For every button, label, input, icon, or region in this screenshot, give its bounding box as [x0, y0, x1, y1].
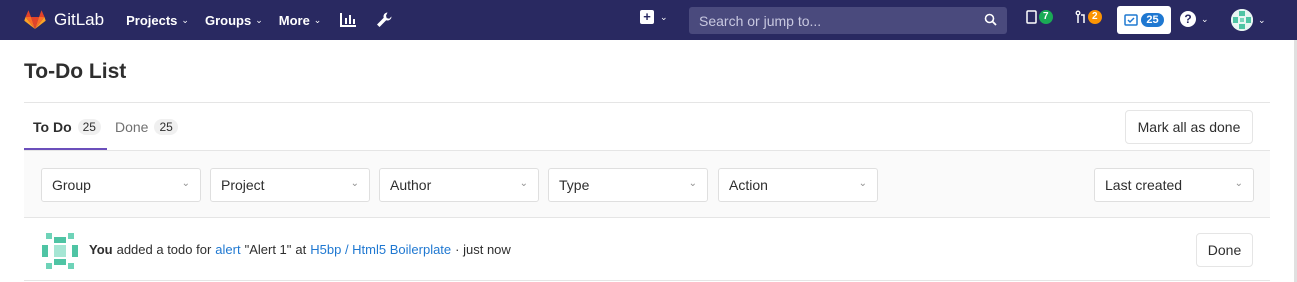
- help-dropdown[interactable]: ? ⌄: [1180, 11, 1209, 27]
- question-icon: ?: [1180, 11, 1196, 27]
- new-item-dropdown[interactable]: + ⌄: [640, 10, 668, 24]
- chevron-down-icon: ⌄: [1201, 13, 1209, 24]
- chevron-down-icon: ⌄: [181, 178, 190, 189]
- author-filter-dropdown[interactable]: Author ⌄: [379, 168, 539, 202]
- avatar[interactable]: [40, 231, 80, 271]
- todo-description: You added a todo for alert "Alert 1" at …: [89, 242, 511, 257]
- gitlab-home-link[interactable]: GitLab: [24, 10, 104, 30]
- group-filter-label: Group: [52, 177, 91, 193]
- nav-projects[interactable]: Projects ⌄: [126, 13, 189, 28]
- user-menu[interactable]: ⌄: [1231, 9, 1266, 31]
- todo-tabs: To Do 25 Done 25 Mark all as done: [24, 103, 1270, 150]
- app-name: GitLab: [54, 10, 105, 29]
- merge-request-icon: [1075, 10, 1085, 23]
- todo-target-link[interactable]: alert: [215, 242, 240, 257]
- done-button[interactable]: Done: [1196, 233, 1253, 267]
- issues-count-badge: 7: [1039, 10, 1053, 24]
- tab-todo-count: 25: [77, 118, 101, 135]
- avatar: [1231, 9, 1253, 31]
- chevron-down-icon: ⌄: [660, 11, 668, 22]
- search-input[interactable]: [699, 12, 969, 29]
- main-nav: Projects ⌄ Groups ⌄ More ⌄: [126, 9, 409, 31]
- search-box: [689, 7, 1007, 34]
- todo-author: You: [89, 242, 113, 257]
- action-filter-label: Action: [729, 177, 768, 193]
- nav-groups[interactable]: Groups ⌄: [205, 13, 263, 28]
- chevron-down-icon: ⌄: [858, 178, 867, 189]
- todo-target-title: "Alert 1": [244, 242, 292, 257]
- merge-requests-count-badge: 2: [1088, 10, 1102, 24]
- group-filter-dropdown[interactable]: Group ⌄: [41, 168, 201, 202]
- todo-action-text: added a todo for: [116, 242, 212, 257]
- project-filter-label: Project: [221, 177, 265, 193]
- todos-count-badge: 25: [1141, 13, 1164, 27]
- chevron-down-icon: ⌄: [519, 178, 528, 189]
- merge-requests-link[interactable]: 2: [1075, 10, 1102, 24]
- tab-todo[interactable]: To Do 25: [24, 103, 107, 150]
- search-icon: [984, 13, 997, 29]
- action-filter-dropdown[interactable]: Action ⌄: [718, 168, 878, 202]
- mark-all-done-button[interactable]: Mark all as done: [1125, 110, 1253, 144]
- list-item[interactable]: You added a todo for alert "Alert 1" at …: [24, 219, 1270, 281]
- nav-more-label: More: [278, 12, 310, 28]
- type-filter-dropdown[interactable]: Type ⌄: [548, 168, 708, 202]
- chevron-down-icon: ⌄: [688, 178, 697, 189]
- todo-project-link[interactable]: H5bp / Html5 Boilerplate: [310, 242, 451, 257]
- issues-link[interactable]: 7: [1026, 10, 1053, 24]
- activity-chart-icon[interactable]: [337, 9, 359, 31]
- chevron-down-icon: ⌄: [1234, 178, 1243, 189]
- tab-done-label: Done: [115, 118, 149, 135]
- top-navbar: GitLab Projects ⌄ Groups ⌄ More ⌄ + ⌄ Se…: [0, 0, 1297, 40]
- page-title: To-Do List: [24, 60, 127, 83]
- gitlab-logo-icon: [24, 10, 46, 29]
- todo-check-icon: [1124, 14, 1139, 26]
- issues-icon: [1026, 10, 1037, 24]
- chevron-down-icon: ⌄: [1258, 14, 1266, 25]
- filter-bar: Group ⌄ Project ⌄ Author ⌄ Type ⌄ Action…: [24, 150, 1270, 218]
- chevron-down-icon: ⌄: [313, 14, 322, 25]
- sort-dropdown[interactable]: Last created ⌄: [1094, 168, 1254, 202]
- tab-done[interactable]: Done 25: [115, 103, 178, 150]
- chevron-down-icon: ⌄: [181, 14, 189, 25]
- nav-more[interactable]: More ⌄: [279, 13, 322, 28]
- tab-todo-label: To Do: [33, 118, 72, 135]
- tab-done-count: 25: [154, 118, 178, 135]
- chevron-down-icon: ⌄: [350, 178, 359, 189]
- chevron-down-icon: ⌄: [255, 14, 263, 25]
- type-filter-label: Type: [559, 177, 590, 193]
- nav-groups-label: Groups: [204, 12, 252, 28]
- plus-square-icon: +: [640, 10, 654, 24]
- sort-label: Last created: [1105, 177, 1183, 193]
- todos-link[interactable]: 25: [1117, 6, 1171, 34]
- todo-time: · just now: [455, 242, 511, 257]
- project-filter-dropdown[interactable]: Project ⌄: [210, 168, 370, 202]
- wrench-icon[interactable]: [373, 9, 395, 31]
- todo-at-text: at: [295, 242, 307, 257]
- nav-projects-label: Projects: [126, 12, 178, 28]
- author-filter-label: Author: [390, 177, 432, 193]
